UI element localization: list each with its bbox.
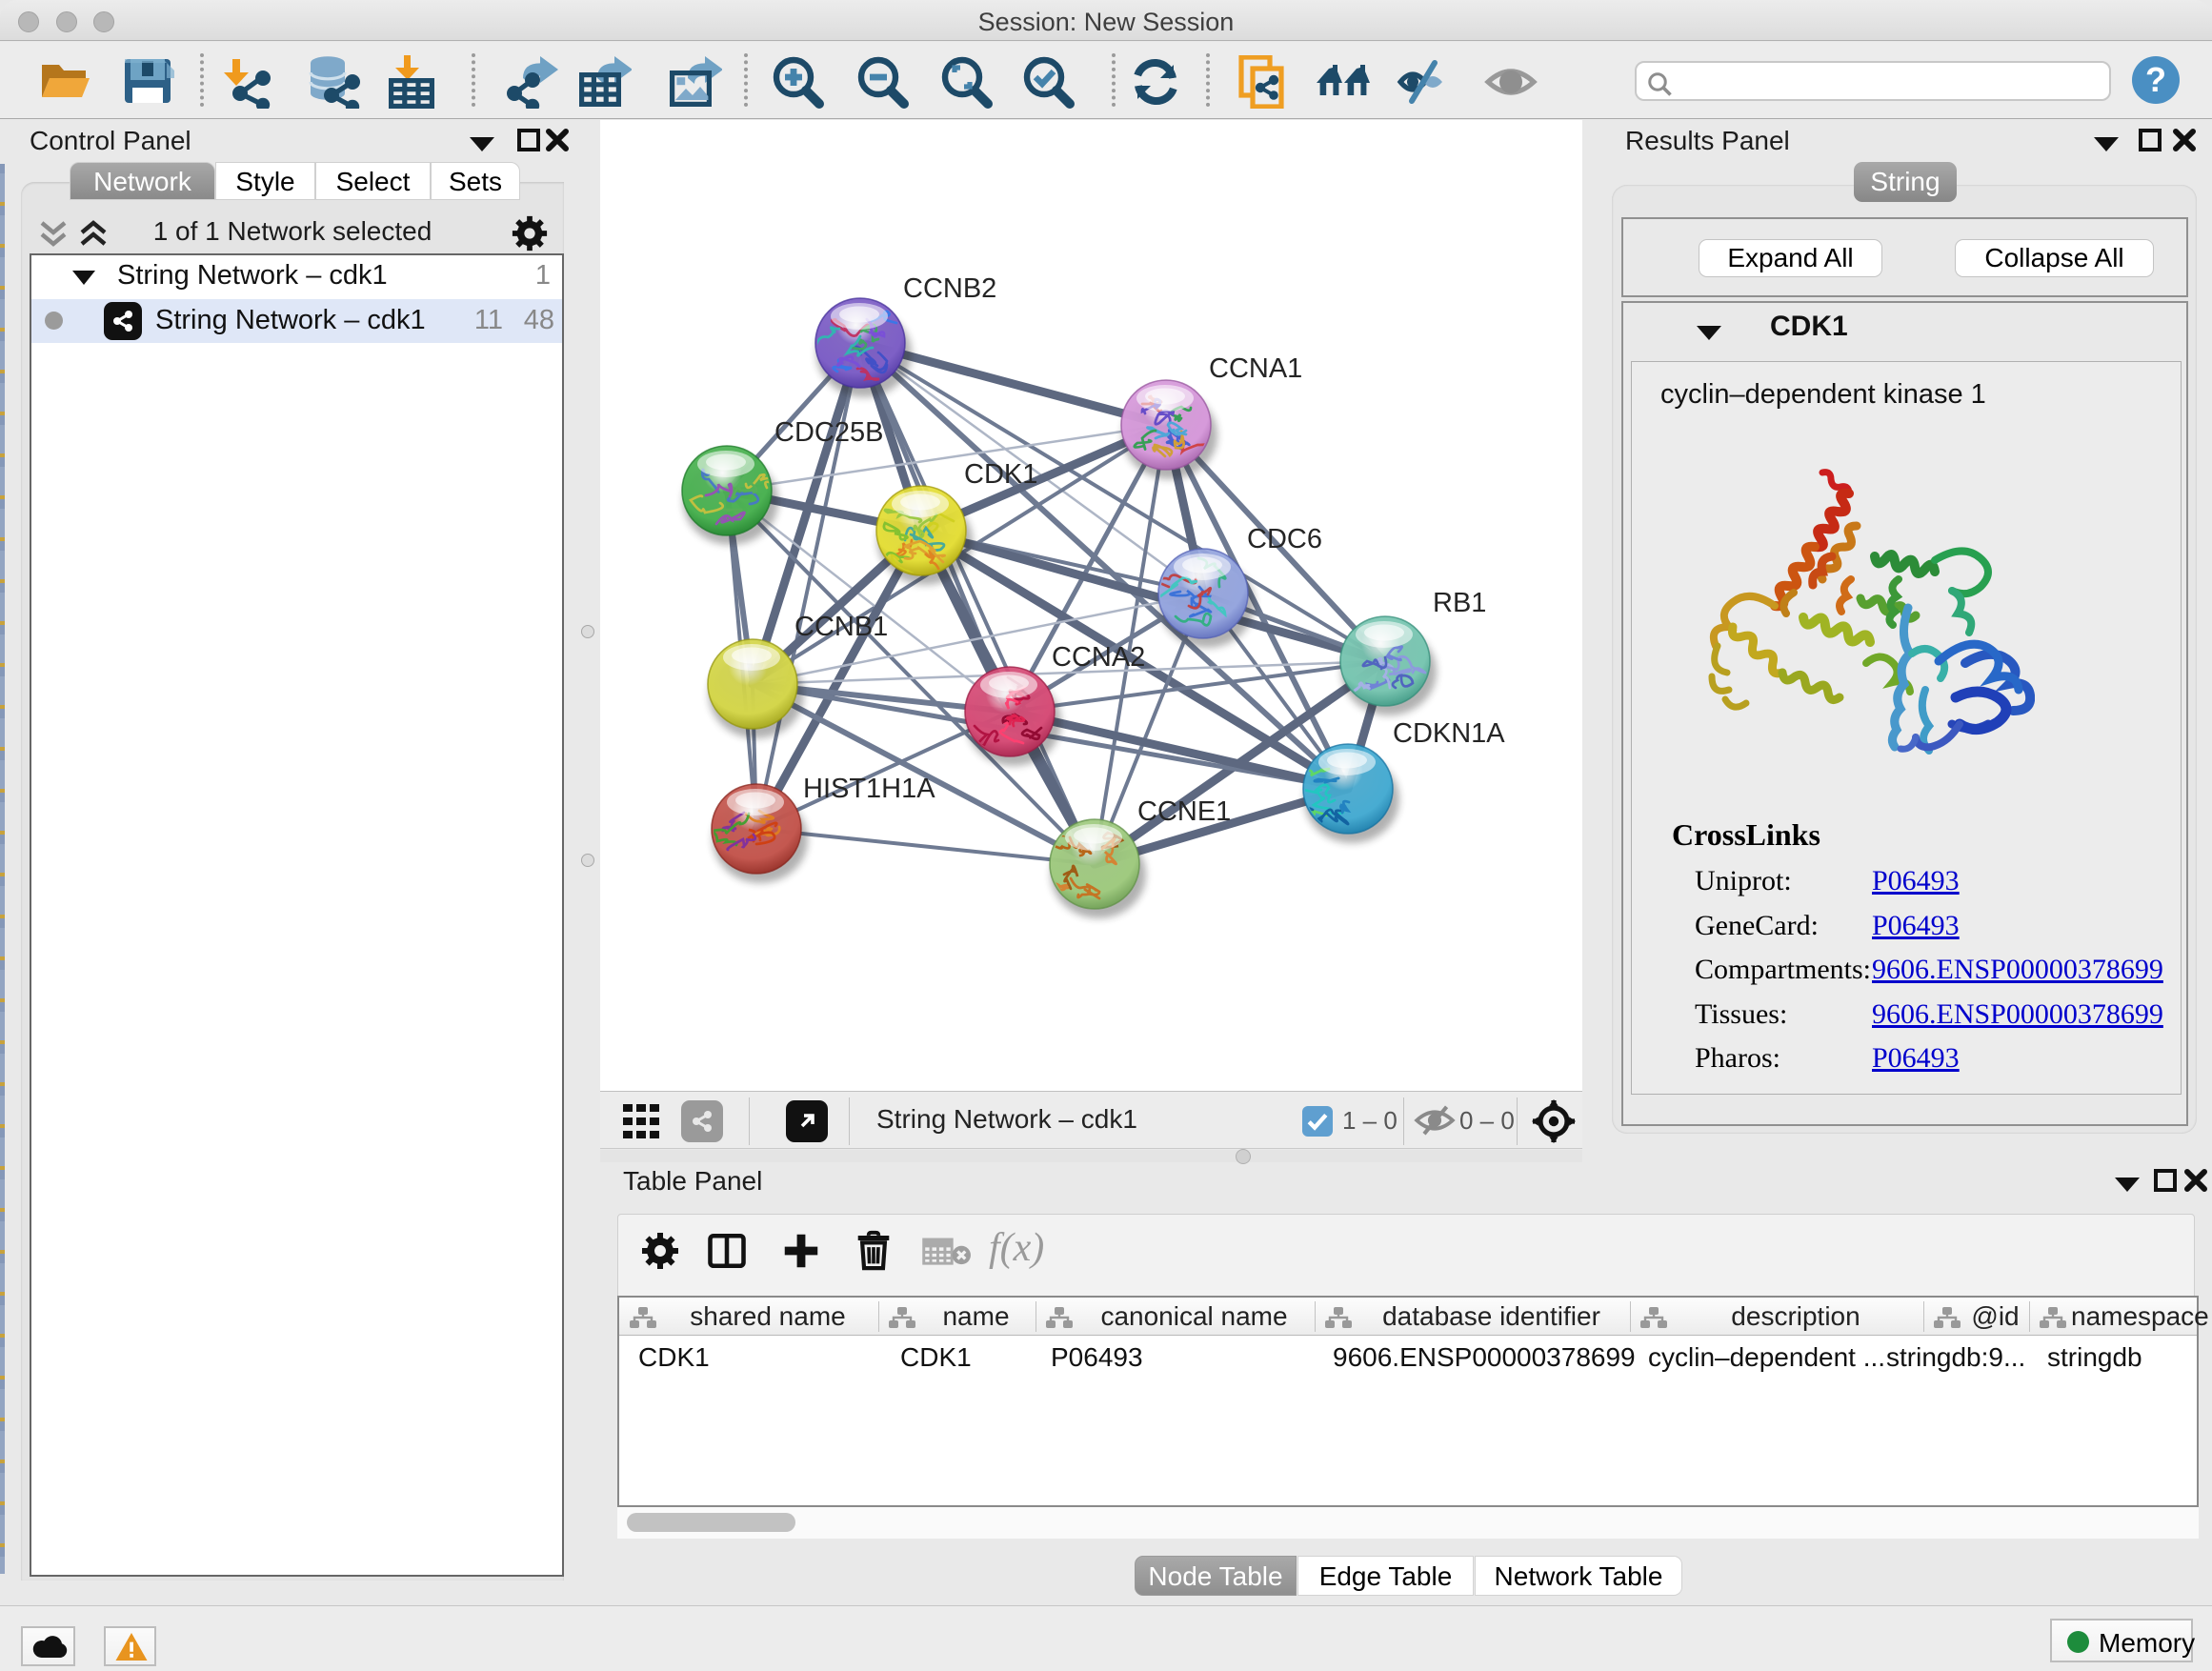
- svg-text:CDC6: CDC6: [1247, 524, 1322, 554]
- svg-text:CDK1: CDK1: [964, 459, 1037, 490]
- svg-text:HIST1H1A: HIST1H1A: [803, 774, 935, 804]
- svg-text:CCNE1: CCNE1: [1137, 796, 1231, 827]
- svg-text:CDKN1A: CDKN1A: [1393, 718, 1505, 749]
- svg-text:?: ?: [2145, 60, 2166, 99]
- svg-text:RB1: RB1: [1433, 588, 1486, 618]
- svg-text:CDC25B: CDC25B: [774, 417, 883, 448]
- svg-text:CCNB2: CCNB2: [903, 273, 996, 304]
- svg-text:CCNA1: CCNA1: [1209, 353, 1302, 384]
- svg-text:CCNB1: CCNB1: [794, 612, 888, 642]
- svg-text:CCNA2: CCNA2: [1052, 642, 1145, 673]
